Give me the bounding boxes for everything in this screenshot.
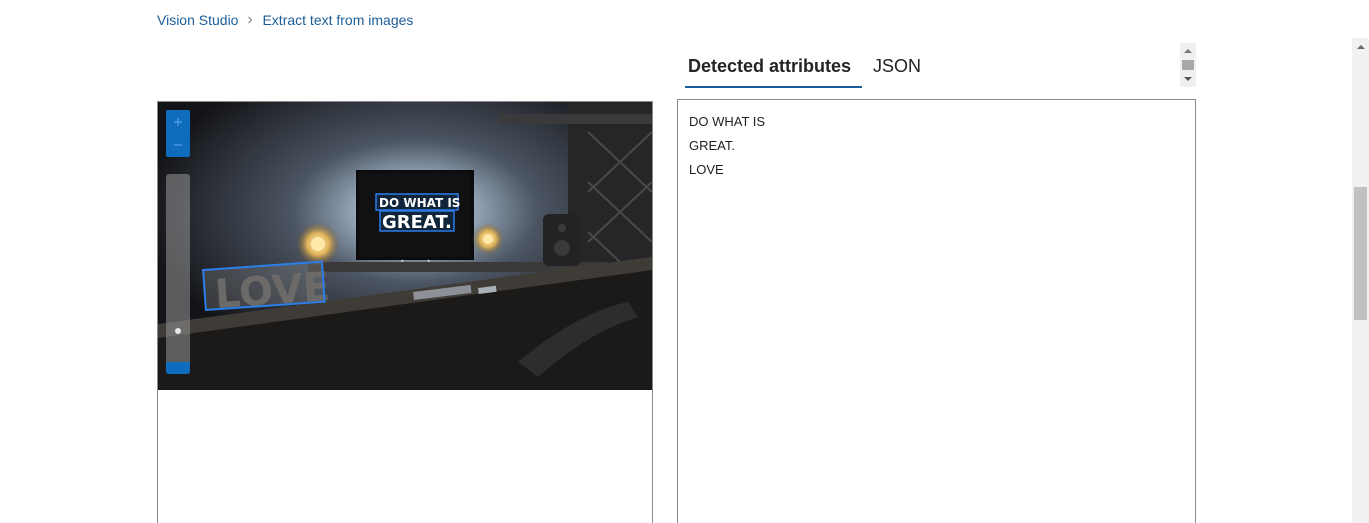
page-scrollbar-thumb[interactable] [1354, 187, 1367, 320]
detected-text-panel: DO WHAT IS GREAT. LOVE [677, 99, 1196, 523]
chevron-right-icon [238, 11, 262, 29]
detected-line-1: DO WHAT IS [689, 114, 766, 129]
caret-up-icon[interactable] [1352, 38, 1369, 55]
breadcrumb-vision-studio-link[interactable]: Vision Studio [157, 12, 238, 28]
results-tabs: Detected attributes JSON [677, 44, 932, 88]
zoom-slider-fill [166, 362, 190, 374]
zoom-slider[interactable] [166, 174, 190, 374]
minus-icon [174, 144, 182, 146]
zoom-controls [166, 110, 190, 157]
svg-text:GREAT.: GREAT. [382, 212, 452, 233]
detected-line-3: LOVE [689, 162, 724, 177]
zoom-slider-thumb[interactable] [175, 328, 181, 334]
zoom-in-button[interactable] [166, 111, 190, 133]
breadcrumb: Vision Studio Extract text from images [157, 11, 413, 29]
plus-icon [174, 117, 182, 126]
tabs-scrollbar-thumb[interactable] [1182, 60, 1194, 70]
ocr-bounding-box-love[interactable] [202, 260, 326, 311]
tab-detected-attributes[interactable]: Detected attributes [677, 44, 863, 88]
caret-up-icon[interactable] [1180, 45, 1196, 57]
zoom-out-button[interactable] [166, 134, 190, 156]
tabs-scrollbar[interactable] [1180, 43, 1196, 87]
tab-json[interactable]: JSON [862, 44, 932, 88]
desk-photo: LOVE DO WHAT IS GREAT. [158, 102, 652, 390]
detected-line-2: GREAT. [689, 138, 735, 153]
page-scrollbar[interactable] [1352, 38, 1369, 523]
caret-down-icon[interactable] [1180, 73, 1196, 85]
image-viewer-panel: LOVE DO WHAT IS GREAT. [157, 101, 653, 523]
breadcrumb-extract-text-link[interactable]: Extract text from images [262, 12, 413, 28]
svg-text:DO WHAT IS: DO WHAT IS [379, 196, 460, 210]
analyzed-image[interactable]: LOVE DO WHAT IS GREAT. [158, 102, 652, 390]
